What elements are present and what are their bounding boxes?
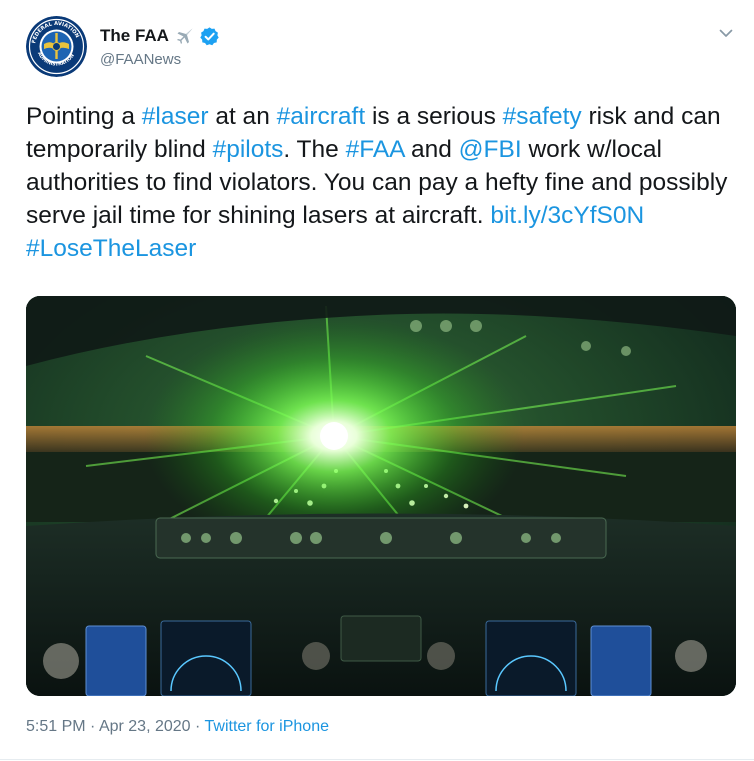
- faa-seal-icon: FEDERAL AVIATION ADMINISTRATION: [26, 16, 87, 77]
- tweet-text: Pointing a #laser at an #aircraft is a s…: [26, 100, 736, 265]
- chevron-down-icon: [719, 29, 733, 37]
- tweet-text-segment: is a serious: [365, 103, 503, 130]
- tweet-link[interactable]: @FBI: [459, 136, 522, 163]
- avatar[interactable]: FEDERAL AVIATION ADMINISTRATION: [26, 16, 87, 77]
- tweet-link[interactable]: #safety: [503, 103, 582, 130]
- meta-separator: ·: [85, 718, 99, 735]
- display-name[interactable]: The FAA: [100, 26, 169, 46]
- tweet-link[interactable]: #LoseTheLaser: [26, 235, 196, 262]
- tweet-date[interactable]: Apr 23, 2020: [99, 718, 191, 735]
- author-name-row: The FAA: [100, 24, 220, 48]
- author-handle[interactable]: @FAANews: [100, 51, 181, 68]
- tweet-text-segment: and: [404, 136, 459, 163]
- tweet-time[interactable]: 5:51 PM: [26, 718, 86, 735]
- tweet-text-segment: . The: [283, 136, 346, 163]
- airplane-emoji-icon: [175, 26, 195, 46]
- tweet-link[interactable]: #pilots: [213, 136, 284, 163]
- tweet-text-segment: Pointing a: [26, 103, 142, 130]
- tweet-link[interactable]: #aircraft: [277, 103, 366, 130]
- tweet-link[interactable]: bit.ly/3cYfS0N: [490, 202, 644, 229]
- divider: [0, 759, 754, 760]
- tweet-source-link[interactable]: Twitter for iPhone: [205, 718, 330, 735]
- tweet-menu-button[interactable]: [716, 26, 736, 40]
- tweet-media[interactable]: [26, 296, 736, 696]
- verified-badge-icon: [199, 26, 220, 47]
- tweet-text-segment: at an: [208, 103, 277, 130]
- cockpit-laser-photo: [26, 296, 736, 696]
- tweet-link[interactable]: #FAA: [346, 136, 405, 163]
- meta-separator: ·: [190, 718, 205, 735]
- tweet-link[interactable]: #laser: [142, 103, 209, 130]
- tweet-card: FEDERAL AVIATION ADMINISTRATION The FAA …: [0, 0, 754, 761]
- tweet-meta: 5:51 PM · Apr 23, 2020 · Twitter for iPh…: [26, 718, 329, 736]
